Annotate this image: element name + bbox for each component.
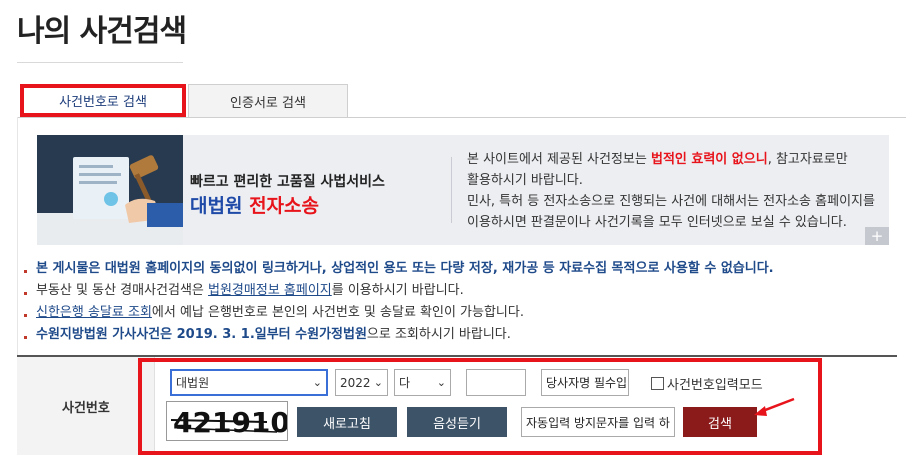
chevron-down-icon: ⌄ (436, 376, 446, 389)
notice-list: 본 게시물은 대법원 홈페이지의 동의없이 링크하거나, 상업적인 용도 또는 … (24, 258, 774, 346)
banner-desc-1a: 본 사이트에서 제공된 사건정보는 (467, 152, 651, 167)
notice-item: 수원지방법원 가사사건은 2019. 3. 1.일부터 수원가정법원으로 조회하… (24, 324, 774, 346)
notice-auction-pre: 부동산 및 동산 경매사건검색은 (36, 283, 209, 298)
banner-brand: 대법원 전자소송 (190, 191, 319, 218)
case-type-select-value: 다 (399, 376, 411, 390)
notice-fee-post: 에서 예납 은행번호로 본인의 사건번호 및 송달료 확인이 가능합니다. (151, 305, 524, 320)
tab-case-number-search[interactable]: 사건번호로 검색 (20, 84, 186, 117)
banner-desc-1c: , 참고자료로만 (767, 152, 848, 167)
content-border (17, 117, 18, 357)
ecourt-banner[interactable]: 빠르고 편리한 고품질 사법서비스 대법원 전자소송 본 사이트에서 제공된 사… (37, 135, 889, 245)
gavel-document-illustration-icon (37, 135, 183, 245)
notice-item: 본 게시물은 대법원 홈페이지의 동의없이 링크하거나, 상업적인 용도 또는 … (24, 258, 774, 280)
chevron-down-icon: ⌄ (312, 376, 322, 389)
title-divider (17, 62, 183, 63)
checkbox-box[interactable] (651, 377, 664, 390)
tab-divider (17, 117, 906, 118)
brand-main: 대법원 (190, 195, 243, 217)
captcha-input[interactable]: 자동입력 방지문자를 입력 하 (521, 407, 675, 437)
auction-site-link[interactable]: 법원경매정보 홈페이지 (208, 283, 332, 298)
chevron-down-icon: ⌄ (373, 376, 383, 389)
captcha-image: 421910 (166, 401, 288, 441)
notice-auction-post: 를 이용하시기 바랍니다. (331, 283, 464, 298)
captcha-audio-button[interactable]: 음성듣기 (407, 407, 507, 437)
banner-desc-2: 활용하시기 바랍니다. (467, 173, 583, 188)
page-title: 나의 사건검색 (17, 14, 187, 49)
year-select[interactable]: 2022 ⌄ (335, 369, 388, 396)
banner-desc-1b: 법적인 효력이 없으니 (650, 152, 768, 167)
case-number-label: 사건번호 (62, 401, 110, 416)
arrow-annotation-icon (754, 397, 795, 416)
case-number-input[interactable] (466, 369, 526, 396)
notice-item: 신한은행 송달료 조회에서 예납 은행번호로 본인의 사건번호 및 송달료 확인… (24, 302, 774, 324)
party-name-input[interactable]: 당사자명 필수입 (541, 369, 629, 396)
banner-desc-3: 민사, 특허 등 전자소송으로 진행되는 사건에 대해서는 전자소송 홈페이지를 (467, 194, 875, 209)
year-select-value: 2022 (340, 375, 371, 390)
case-type-select[interactable]: 다 ⌄ (394, 369, 451, 396)
notice-copyright: 본 게시물은 대법원 홈페이지의 동의없이 링크하거나, 상업적인 용도 또는 … (36, 261, 774, 276)
notice-suwon-strong: 수원지방법원 가사사건은 2019. 3. 1.일부터 수원가정법원 (36, 327, 367, 342)
court-select[interactable]: 대법원 ⌄ (170, 369, 328, 396)
plus-icon[interactable]: + (865, 227, 889, 245)
captcha-text: 421910 (173, 406, 287, 439)
tab-certificate-search[interactable]: 인증서로 검색 (188, 84, 348, 117)
banner-divider (451, 157, 452, 223)
brand-sub: 전자소송 (249, 195, 319, 217)
banner-slogan: 빠르고 편리한 고품질 사법서비스 (190, 174, 385, 190)
notice-item: 부동산 및 동산 경매사건검색은 법원경매정보 홈페이지를 이용하시기 바랍니다… (24, 280, 774, 302)
search-button[interactable]: 검색 (683, 407, 757, 437)
banner-description: 본 사이트에서 제공된 사건정보는 법적인 효력이 없으니, 참고자료로만 활용… (467, 149, 879, 233)
case-number-mode-checkbox[interactable]: 사건번호입력모드 (651, 374, 763, 393)
checkbox-label: 사건번호입력모드 (667, 378, 763, 393)
shinhan-fee-link[interactable]: 신한은행 송달료 조회 (36, 305, 152, 320)
captcha-refresh-button[interactable]: 새로고침 (297, 407, 397, 437)
court-select-value: 대법원 (176, 376, 210, 390)
notice-suwon-post: 으로 조회하시기 바랍니다. (366, 327, 511, 342)
banner-desc-4: 이용하시면 판결문이나 사건기록을 모두 인터넷으로 보실 수 있습니다. (467, 215, 847, 230)
